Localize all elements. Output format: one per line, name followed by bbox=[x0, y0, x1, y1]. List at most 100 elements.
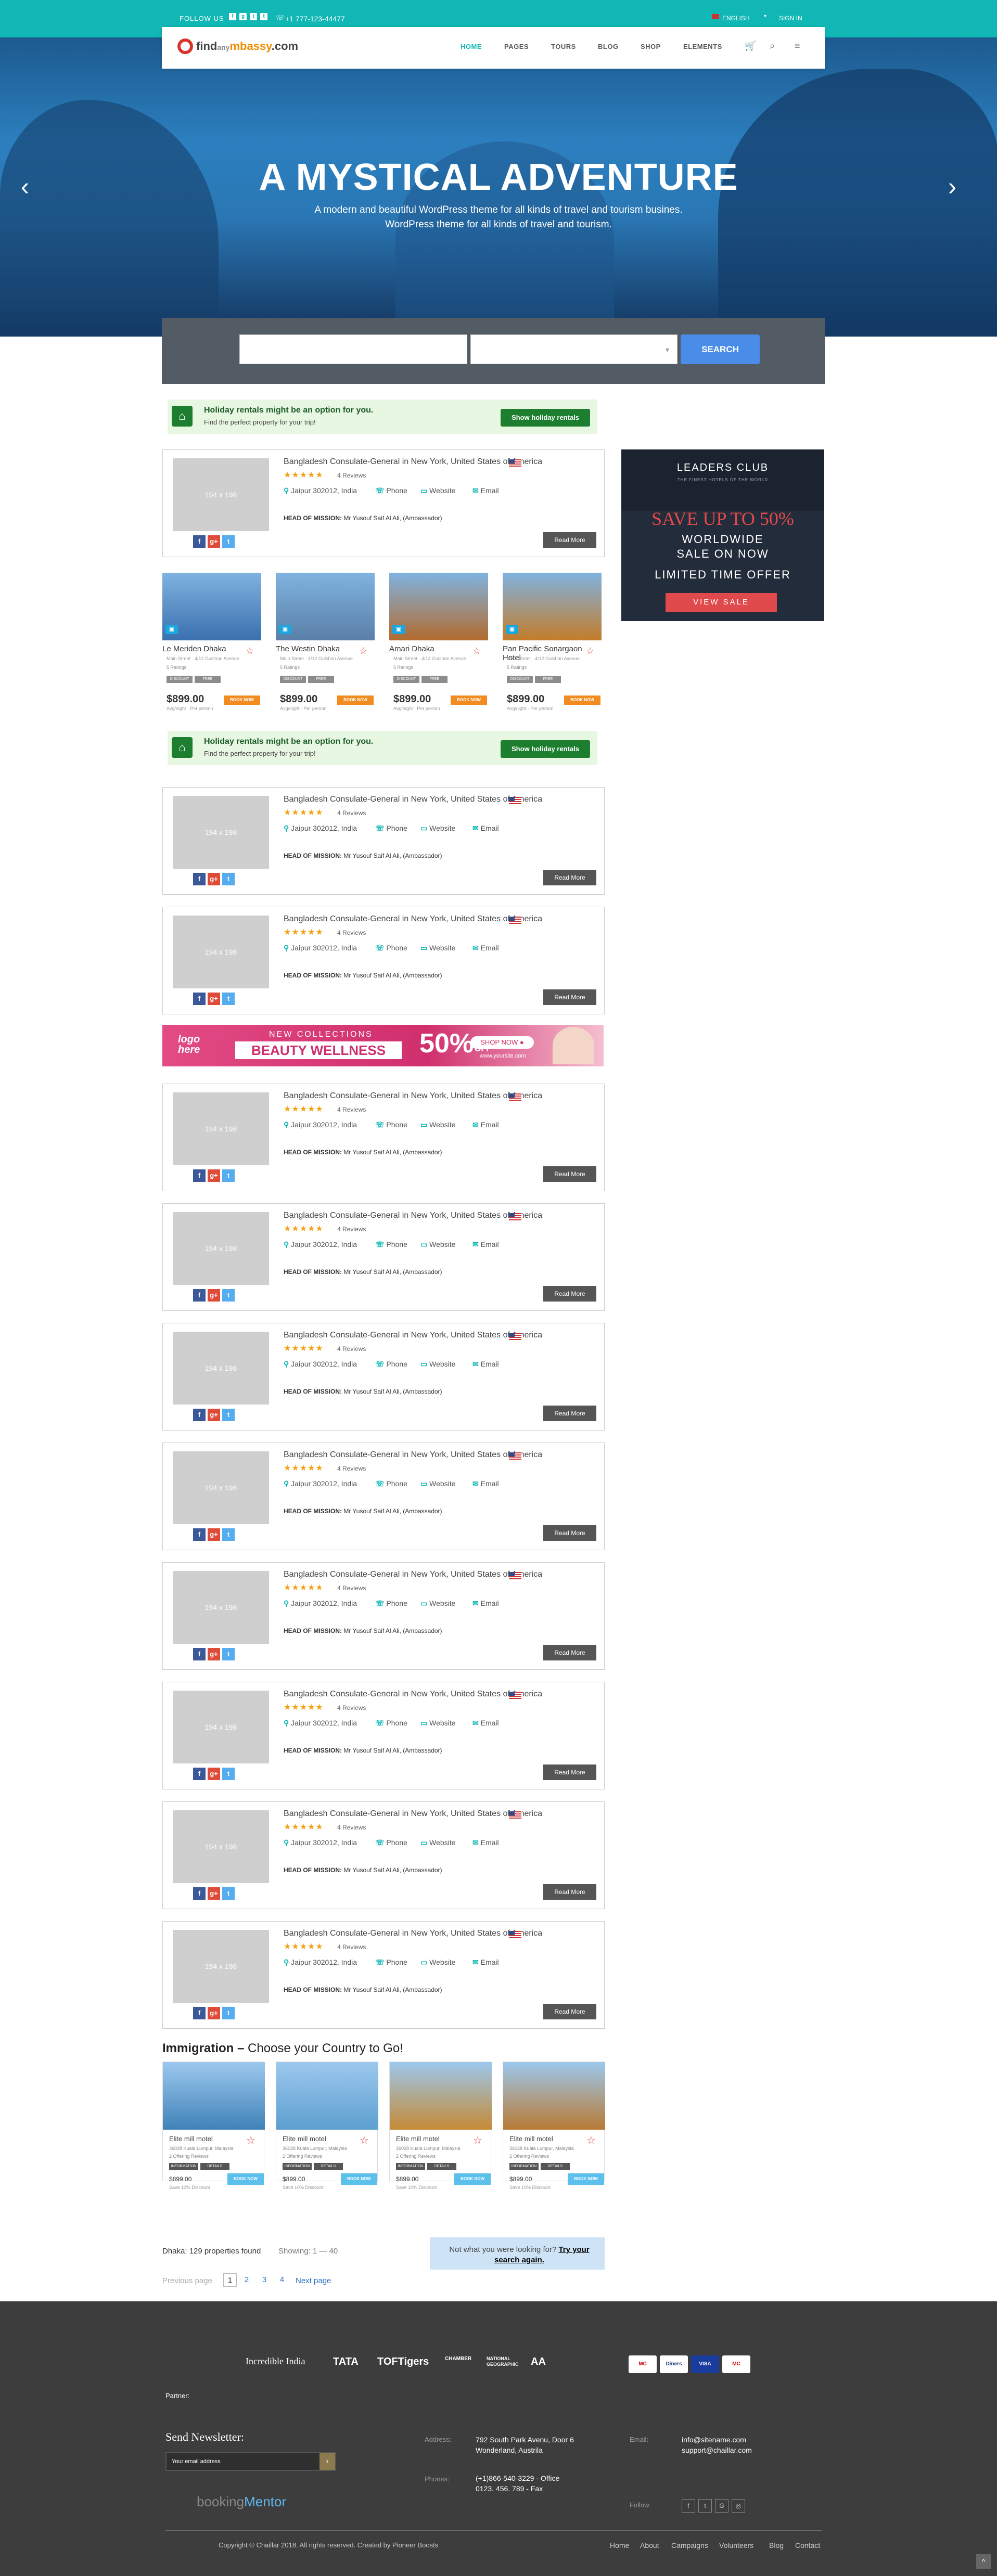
listing-phone[interactable]: ☏ Phone bbox=[375, 944, 407, 952]
listing-website[interactable]: ▭ Website bbox=[420, 1240, 455, 1249]
listing-phone[interactable]: ☏ Phone bbox=[375, 486, 407, 495]
footer-link-home[interactable]: Home bbox=[610, 2541, 629, 2549]
country-card[interactable]: Elite mill motel 36028 Kuala Lumpur, Mal… bbox=[503, 2062, 605, 2190]
facebook-share-icon[interactable]: f bbox=[193, 1169, 206, 1182]
tumblr-icon[interactable]: t bbox=[260, 13, 267, 20]
book-now-button[interactable]: BOOK NOW bbox=[224, 695, 260, 705]
listing-title[interactable]: Bangladesh Consulate-General in New York… bbox=[284, 1450, 542, 1460]
partner-logo-natgeo[interactable]: NATIONAL GEOGRAPHIC bbox=[487, 2356, 519, 2367]
partner-logo-tata[interactable]: TATA bbox=[333, 2356, 359, 2368]
facebook-share-icon[interactable]: f bbox=[193, 1289, 206, 1302]
listing-photo[interactable]: 194 x 198 bbox=[173, 1451, 269, 1524]
footer-link-blog[interactable]: Blog bbox=[769, 2541, 784, 2549]
google-plus-share-icon[interactable]: g+ bbox=[208, 1528, 220, 1541]
facebook-share-icon[interactable]: f bbox=[193, 873, 206, 885]
listing-photo[interactable]: 194 x 198 bbox=[173, 1691, 269, 1763]
details-tag[interactable]: DETAILS bbox=[314, 2163, 343, 2170]
listing-email[interactable]: ✉ Email bbox=[472, 1958, 499, 1967]
menu-icon[interactable]: ≡ bbox=[795, 41, 800, 51]
listing-website[interactable]: ▭ Website bbox=[420, 1958, 455, 1967]
listing-phone[interactable]: ☏ Phone bbox=[375, 1240, 407, 1249]
twitter-share-icon[interactable]: t bbox=[222, 873, 235, 885]
listing-website[interactable]: ▭ Website bbox=[420, 824, 455, 833]
twitter-share-icon[interactable]: t bbox=[222, 1169, 235, 1182]
google-plus-share-icon[interactable]: g+ bbox=[208, 1648, 220, 1660]
favorite-star-icon[interactable]: ☆ bbox=[360, 2134, 369, 2147]
google-plus-share-icon[interactable]: g+ bbox=[208, 2007, 220, 2019]
facebook-share-icon[interactable]: f bbox=[193, 1768, 206, 1780]
nav-shop[interactable]: SHOP bbox=[641, 43, 661, 50]
listing-phone[interactable]: ☏ Phone bbox=[375, 1120, 407, 1129]
info-tag[interactable]: INFORMATION bbox=[169, 2163, 198, 2170]
listing-photo[interactable]: 194 x 198 bbox=[173, 1212, 269, 1285]
book-now-button[interactable]: BOOK NOW bbox=[568, 2173, 604, 2185]
google-plus-share-icon[interactable]: g+ bbox=[208, 535, 220, 548]
twitter-share-icon[interactable]: t bbox=[222, 535, 235, 548]
listing-phone[interactable]: ☏ Phone bbox=[375, 824, 407, 833]
back-to-top-icon[interactable]: ^ bbox=[976, 2554, 991, 2569]
google-plus-share-icon[interactable]: g+ bbox=[208, 1887, 220, 1900]
hotel-card[interactable]: ▣ Le Meriden Dhaka Main Street · 4/12 Gu… bbox=[162, 573, 261, 713]
nav-tours[interactable]: TOURS bbox=[551, 43, 576, 50]
favorite-star-icon[interactable]: ☆ bbox=[246, 646, 254, 656]
listing-photo[interactable]: 194 x 198 bbox=[173, 916, 269, 988]
favorite-star-icon[interactable]: ☆ bbox=[473, 2134, 482, 2147]
listing-website[interactable]: ▭ Website bbox=[420, 944, 455, 952]
twitter-share-icon[interactable]: t bbox=[222, 993, 235, 1005]
read-more-button[interactable]: Read More bbox=[543, 989, 596, 1005]
google-plus-share-icon[interactable]: g+ bbox=[208, 1289, 220, 1302]
facebook-share-icon[interactable]: f bbox=[193, 535, 206, 548]
hotel-card[interactable]: ▣ Pan Pacific Sonargaon Hotel Main Stree… bbox=[503, 573, 602, 713]
beauty-wellness-banner[interactable]: logo here NEW COLLECTIONS BEAUTY WELLNES… bbox=[162, 1025, 604, 1066]
favorite-star-icon[interactable]: ☆ bbox=[472, 646, 481, 656]
camera-icon[interactable]: ▣ bbox=[279, 625, 291, 634]
listing-title[interactable]: Bangladesh Consulate-General in New York… bbox=[284, 1929, 542, 1938]
listing-title[interactable]: Bangladesh Consulate-General in New York… bbox=[284, 795, 542, 804]
listing-website[interactable]: ▭ Website bbox=[420, 1120, 455, 1129]
facebook-icon[interactable]: f bbox=[682, 2499, 695, 2513]
twitter-icon[interactable]: t bbox=[698, 2499, 712, 2513]
twitter-icon[interactable]: t bbox=[250, 13, 257, 20]
facebook-share-icon[interactable]: f bbox=[193, 1887, 206, 1900]
favorite-star-icon[interactable]: ☆ bbox=[586, 2134, 596, 2147]
google-plus-share-icon[interactable]: g+ bbox=[208, 993, 220, 1005]
nav-pages[interactable]: PAGES bbox=[504, 43, 529, 50]
country-image[interactable] bbox=[163, 2062, 265, 2130]
footer-link-campaigns[interactable]: Campaigns bbox=[671, 2541, 708, 2549]
listing-title[interactable]: Bangladesh Consulate-General in New York… bbox=[284, 915, 542, 924]
read-more-button[interactable]: Read More bbox=[543, 1764, 596, 1780]
facebook-share-icon[interactable]: f bbox=[193, 993, 206, 1005]
hotel-name[interactable]: Amari Dhaka bbox=[389, 645, 434, 653]
book-now-button[interactable]: BOOK NOW bbox=[341, 2173, 377, 2185]
listing-phone[interactable]: ☏ Phone bbox=[375, 1719, 407, 1728]
listing-email[interactable]: ✉ Email bbox=[472, 1240, 499, 1249]
listing-email[interactable]: ✉ Email bbox=[472, 1599, 499, 1608]
next-page-link[interactable]: Next page bbox=[296, 2276, 331, 2285]
listing-website[interactable]: ▭ Website bbox=[420, 1599, 455, 1608]
country-card[interactable]: Elite mill motel 36028 Kuala Lumpur, Mal… bbox=[276, 2062, 378, 2190]
read-more-button[interactable]: Read More bbox=[543, 1166, 596, 1182]
facebook-share-icon[interactable]: f bbox=[193, 2007, 206, 2019]
google-plus-icon[interactable]: g bbox=[239, 13, 247, 20]
listing-photo[interactable]: 194 x 198 bbox=[173, 1332, 269, 1405]
listing-title[interactable]: Bangladesh Consulate-General in New York… bbox=[284, 1331, 542, 1340]
book-now-button[interactable]: BOOK NOW bbox=[454, 2173, 491, 2185]
next-slide-arrow-icon[interactable]: › bbox=[948, 173, 956, 201]
partner-logo-incredible-india[interactable]: Incredible India bbox=[246, 2356, 305, 2367]
listing-photo[interactable]: 194 x 198 bbox=[173, 796, 269, 869]
read-more-button[interactable]: Read More bbox=[543, 1286, 596, 1302]
favorite-star-icon[interactable]: ☆ bbox=[359, 646, 367, 656]
info-tag[interactable]: INFORMATION bbox=[283, 2163, 312, 2170]
partner-logo-toftigers[interactable]: TOFTigers bbox=[377, 2356, 429, 2368]
facebook-share-icon[interactable]: f bbox=[193, 1648, 206, 1660]
country-image[interactable] bbox=[503, 2062, 605, 2130]
sign-in-link[interactable]: SIGN IN bbox=[779, 15, 802, 22]
hotel-card[interactable]: ▣ Amari Dhaka Main Street · 4/12 Gulshan… bbox=[389, 573, 488, 713]
listing-email[interactable]: ✉ Email bbox=[472, 1719, 499, 1728]
listing-title[interactable]: Bangladesh Consulate-General in New York… bbox=[284, 1211, 542, 1220]
twitter-share-icon[interactable]: t bbox=[222, 1528, 235, 1541]
listing-email[interactable]: ✉ Email bbox=[472, 824, 499, 833]
favorite-star-icon[interactable]: ☆ bbox=[586, 646, 594, 656]
read-more-button[interactable]: Read More bbox=[543, 1884, 596, 1900]
read-more-button[interactable]: Read More bbox=[543, 1645, 596, 1660]
